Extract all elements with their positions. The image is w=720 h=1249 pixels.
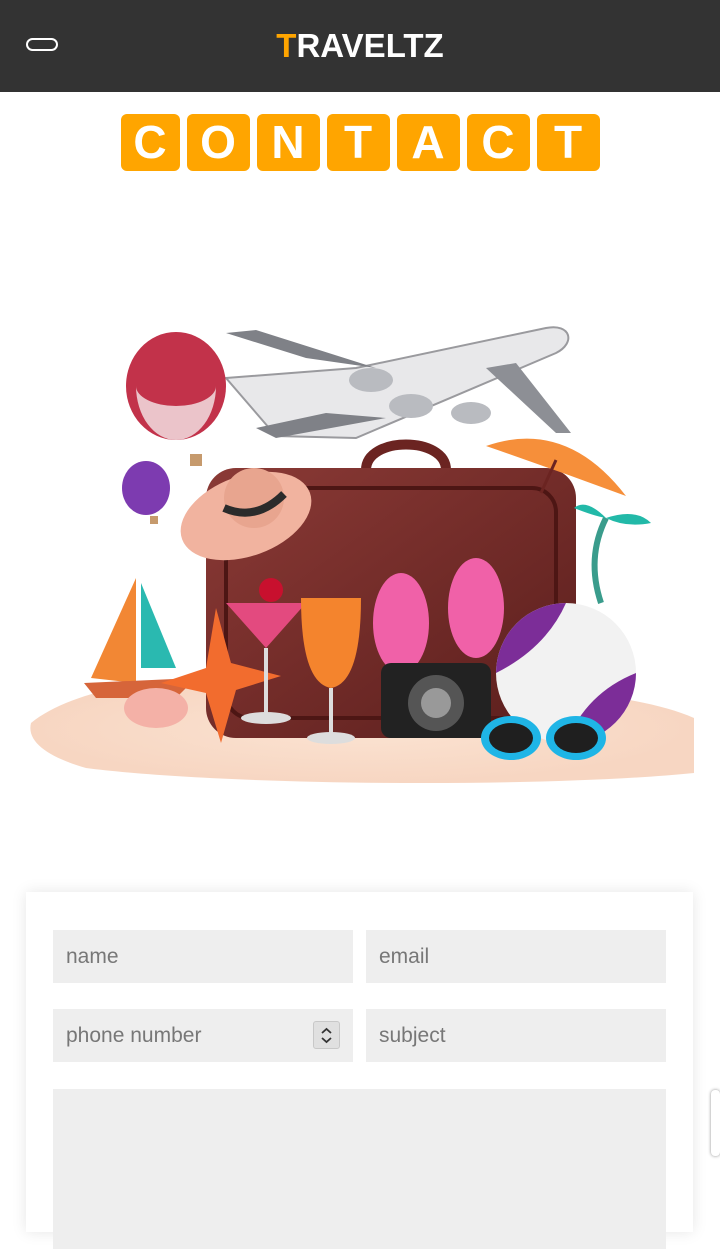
camera xyxy=(381,663,491,738)
logo-text: RAVELTZ xyxy=(296,27,444,64)
travel-illustration xyxy=(30,326,694,784)
palm-tree xyxy=(574,504,651,604)
heading-letter: C xyxy=(120,114,180,171)
airplane xyxy=(223,326,571,440)
heading-letter: C xyxy=(466,114,530,171)
email-input[interactable] xyxy=(366,930,666,983)
message-textarea[interactable] xyxy=(53,1089,666,1249)
stepper-arrows-icon xyxy=(321,1027,332,1044)
heading-letter: A xyxy=(396,114,460,171)
subject-input[interactable] xyxy=(366,1009,666,1062)
name-input[interactable] xyxy=(53,930,353,983)
site-header: TRAVELTZ xyxy=(0,0,720,92)
heading-letter: N xyxy=(256,114,320,171)
contact-heading: C O N T A C T xyxy=(0,114,720,171)
contact-form xyxy=(26,892,693,1249)
heading-letter: T xyxy=(536,114,600,171)
hot-air-balloon-red xyxy=(126,332,226,466)
number-stepper[interactable] xyxy=(313,1021,340,1049)
heading-letter: O xyxy=(186,114,250,171)
hot-air-balloon-purple xyxy=(122,461,170,524)
logo-accent-letter: T xyxy=(276,27,297,64)
heading-letter: T xyxy=(326,114,390,171)
site-logo[interactable]: TRAVELTZ xyxy=(0,26,720,66)
phone-number-input[interactable] xyxy=(53,1009,353,1062)
scrollbar-thumb[interactable] xyxy=(711,1090,720,1156)
seashell xyxy=(124,688,188,728)
